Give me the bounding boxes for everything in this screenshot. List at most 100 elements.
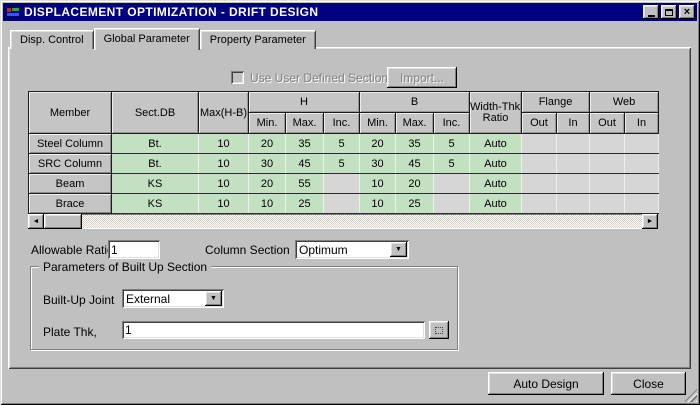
column-header-h-group: H: [248, 91, 360, 113]
row-header-cell[interactable]: Steel Column: [28, 133, 112, 154]
grid-cell[interactable]: 30: [248, 153, 286, 174]
column-header-b-group: B: [359, 91, 470, 113]
grid-cell[interactable]: 10: [359, 173, 396, 194]
column-header-max-hb: Max(H-B): [198, 91, 249, 134]
grid-cell: [323, 193, 360, 214]
grid-cell[interactable]: 35: [285, 133, 324, 154]
grid-cell: [624, 173, 660, 194]
grid-cell: [521, 133, 557, 154]
table-row: SRC Column Bt. 10 30 45 5 30 45 5 Auto: [28, 153, 660, 174]
import-button[interactable]: Import...: [387, 67, 457, 88]
auto-design-button[interactable]: Auto Design: [488, 372, 604, 395]
app-icon[interactable]: [6, 5, 21, 19]
allowable-ratio-input[interactable]: [108, 240, 160, 259]
table-horizontal-scrollbar[interactable]: ◄ ►: [28, 214, 658, 229]
column-header-h-max: Max.: [285, 112, 324, 134]
grid-cell: [624, 153, 660, 174]
grid-cell[interactable]: KS: [111, 193, 199, 214]
grid-cell[interactable]: 30: [359, 153, 396, 174]
grid-cell[interactable]: 5: [323, 153, 360, 174]
grid-cell[interactable]: Auto: [469, 193, 522, 214]
column-section-label: Column Section: [205, 243, 290, 257]
column-header-h-min: Min.: [248, 112, 286, 134]
grid-cell[interactable]: 20: [248, 173, 286, 194]
grid-cell[interactable]: 35: [395, 133, 434, 154]
column-header-flange-group: Flange: [520, 91, 591, 113]
grid-cell[interactable]: KS: [111, 173, 199, 194]
built-up-joint-label: Built-Up Joint: [43, 293, 115, 307]
allowable-ratio-label: Allowable Ratio: [31, 243, 114, 257]
scroll-right-icon: ►: [646, 218, 654, 225]
grid-cell[interactable]: 10: [248, 193, 286, 214]
grid-cell: [589, 193, 626, 214]
plate-thk-browse-button[interactable]: [429, 321, 449, 339]
use-user-defined-section-checkbox[interactable]: [231, 71, 244, 84]
grid-cell[interactable]: 5: [433, 133, 470, 154]
grid-cell[interactable]: 45: [285, 153, 324, 174]
column-header-web-out: Out: [589, 112, 626, 134]
grid-cell[interactable]: 5: [323, 133, 360, 154]
column-section-dropdown[interactable]: Optimum ▼: [295, 240, 409, 259]
grid-cell[interactable]: 10: [359, 193, 396, 214]
grid-cell[interactable]: Bt.: [111, 133, 199, 154]
grid-cell: [624, 193, 660, 214]
grid-cell[interactable]: Auto: [469, 173, 522, 194]
grid-cell[interactable]: 20: [395, 173, 434, 194]
built-up-joint-dropdown-button[interactable]: ▼: [205, 291, 222, 306]
scrollbar-thumb[interactable]: [44, 214, 82, 229]
tab-property-parameter[interactable]: Property Parameter: [199, 30, 316, 49]
grid-cell[interactable]: Bt.: [111, 153, 199, 174]
grid-cell[interactable]: 5: [433, 153, 470, 174]
scroll-right-button[interactable]: ►: [642, 214, 658, 229]
grid-cell: [521, 153, 557, 174]
grid-cell[interactable]: 25: [285, 193, 324, 214]
minimize-button[interactable]: [643, 5, 659, 19]
row-header-cell[interactable]: SRC Column: [28, 153, 112, 174]
chevron-down-icon: ▼: [210, 295, 217, 302]
grid-cell: [555, 193, 591, 214]
table-row: Brace KS 10 10 25 10 25 Auto: [28, 193, 660, 214]
grid-cell[interactable]: 10: [198, 153, 249, 174]
grid-cell: [433, 193, 470, 214]
grid-cell[interactable]: 10: [198, 193, 249, 214]
maximize-button[interactable]: [661, 5, 677, 19]
browse-ellipsis-icon: [435, 326, 443, 334]
scroll-left-button[interactable]: ◄: [28, 214, 44, 229]
user-defined-section-row: Use User Defined Section Import...: [8, 66, 691, 88]
grid-cell[interactable]: 20: [248, 133, 286, 154]
title-bar-controls: ×: [643, 5, 695, 19]
built-up-section-group: Parameters of Built Up Section Built-Up …: [30, 260, 458, 350]
grid-cell: [624, 133, 660, 154]
built-up-joint-dropdown[interactable]: External ▼: [122, 289, 224, 308]
column-section-dropdown-button[interactable]: ▼: [390, 242, 407, 257]
tab-panel: Use User Defined Section Import... Membe…: [8, 47, 691, 369]
column-header-sectdb: Sect.DB: [111, 91, 199, 134]
grid-cell: [521, 193, 557, 214]
grid-cell: [323, 173, 360, 194]
plate-thk-input[interactable]: [122, 321, 425, 339]
column-header-h-inc: Inc.: [323, 112, 360, 134]
grid-cell[interactable]: 20: [359, 133, 396, 154]
grid-cell[interactable]: 10: [198, 173, 249, 194]
grid-cell: [555, 153, 591, 174]
close-button[interactable]: ×: [679, 5, 695, 19]
row-header-cell[interactable]: Beam: [28, 173, 112, 194]
row-header-cell[interactable]: Brace: [28, 193, 112, 214]
grid-cell: [555, 173, 591, 194]
grid-cell[interactable]: 55: [285, 173, 324, 194]
grid-cell[interactable]: 45: [395, 153, 434, 174]
column-header-width-thk-ratio: Width-Thk. Ratio: [469, 91, 522, 134]
grid-cell[interactable]: Auto: [469, 153, 522, 174]
grid-cell[interactable]: 10: [198, 133, 249, 154]
table-row: Steel Column Bt. 10 20 35 5 20 35 5 Auto: [28, 133, 660, 154]
close-dialog-button[interactable]: Close: [611, 372, 686, 395]
grid-cell[interactable]: Auto: [469, 133, 522, 154]
grid-cell: [433, 173, 470, 194]
title-bar: DISPLACEMENT OPTIMIZATION - DRIFT DESIGN…: [3, 3, 697, 21]
chevron-down-icon: ▼: [395, 246, 402, 253]
tab-disp-control[interactable]: Disp. Control: [10, 30, 94, 49]
grid-cell: [589, 173, 626, 194]
tab-global-parameter[interactable]: Global Parameter: [93, 28, 200, 50]
grid-cell[interactable]: 25: [395, 193, 434, 214]
close-icon: ×: [683, 5, 691, 18]
